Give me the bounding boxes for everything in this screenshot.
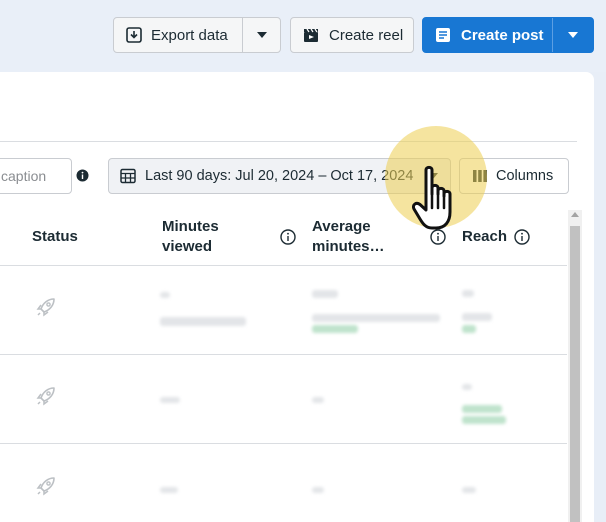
export-data-main[interactable]: Export data (114, 18, 243, 52)
clapperboard-icon (304, 28, 318, 42)
blurred-value (312, 290, 338, 298)
blurred-value (462, 487, 476, 493)
scroll-up-icon[interactable] (571, 212, 579, 217)
chevron-down-icon (568, 32, 578, 38)
blurred-value (160, 292, 170, 298)
export-data-button[interactable]: Export data (113, 17, 281, 53)
blurred-value (312, 325, 358, 333)
column-header-average-minutes[interactable]: Average minutes… (312, 217, 412, 257)
column-header-minutes-viewed[interactable]: Minutes viewed (162, 217, 262, 257)
blurred-value (462, 290, 474, 297)
column-header-reach[interactable]: Reach (462, 227, 507, 247)
create-reel-label: Create reel (329, 26, 404, 44)
blurred-value (160, 317, 246, 326)
table-scrollbar-thumb[interactable] (570, 226, 580, 522)
blurred-value (462, 313, 492, 321)
blurred-value (462, 416, 506, 424)
info-icon[interactable] (280, 229, 296, 245)
chevron-down-icon (256, 32, 267, 38)
calendar-icon (120, 168, 136, 184)
blurred-value (462, 405, 502, 413)
export-data-label: Export data (151, 26, 228, 44)
export-data-dropdown[interactable] (243, 18, 280, 52)
rocket-icon (36, 477, 55, 496)
create-post-main[interactable]: Create post (423, 18, 553, 52)
export-icon (126, 27, 142, 43)
search-placeholder: caption (1, 168, 47, 184)
column-header-status[interactable]: Status (32, 227, 78, 247)
create-post-label: Create post (461, 26, 544, 44)
create-post-dropdown[interactable] (553, 18, 593, 52)
blurred-value (462, 325, 476, 333)
content-card (0, 72, 594, 522)
section-divider (0, 141, 577, 142)
row-divider (0, 354, 567, 355)
caption-search-input[interactable]: caption (0, 158, 72, 194)
rocket-icon (36, 298, 55, 317)
blurred-value (160, 397, 180, 403)
info-icon[interactable] (514, 229, 530, 245)
row-divider (0, 443, 567, 444)
blurred-value (312, 314, 440, 322)
hand-pointer-icon (412, 165, 452, 230)
blurred-value (312, 397, 324, 403)
columns-label: Columns (496, 168, 554, 184)
create-post-button[interactable]: Create post (422, 17, 594, 53)
date-range-label: Last 90 days: Jul 20, 2024 – Oct 17, 202… (145, 168, 414, 184)
blurred-value (462, 384, 472, 390)
post-icon (436, 28, 450, 42)
rocket-icon (36, 387, 55, 406)
blurred-value (160, 487, 178, 493)
info-icon[interactable] (76, 169, 89, 182)
create-reel-button[interactable]: Create reel (290, 17, 414, 53)
header-divider (0, 265, 567, 266)
blurred-value (312, 487, 324, 493)
